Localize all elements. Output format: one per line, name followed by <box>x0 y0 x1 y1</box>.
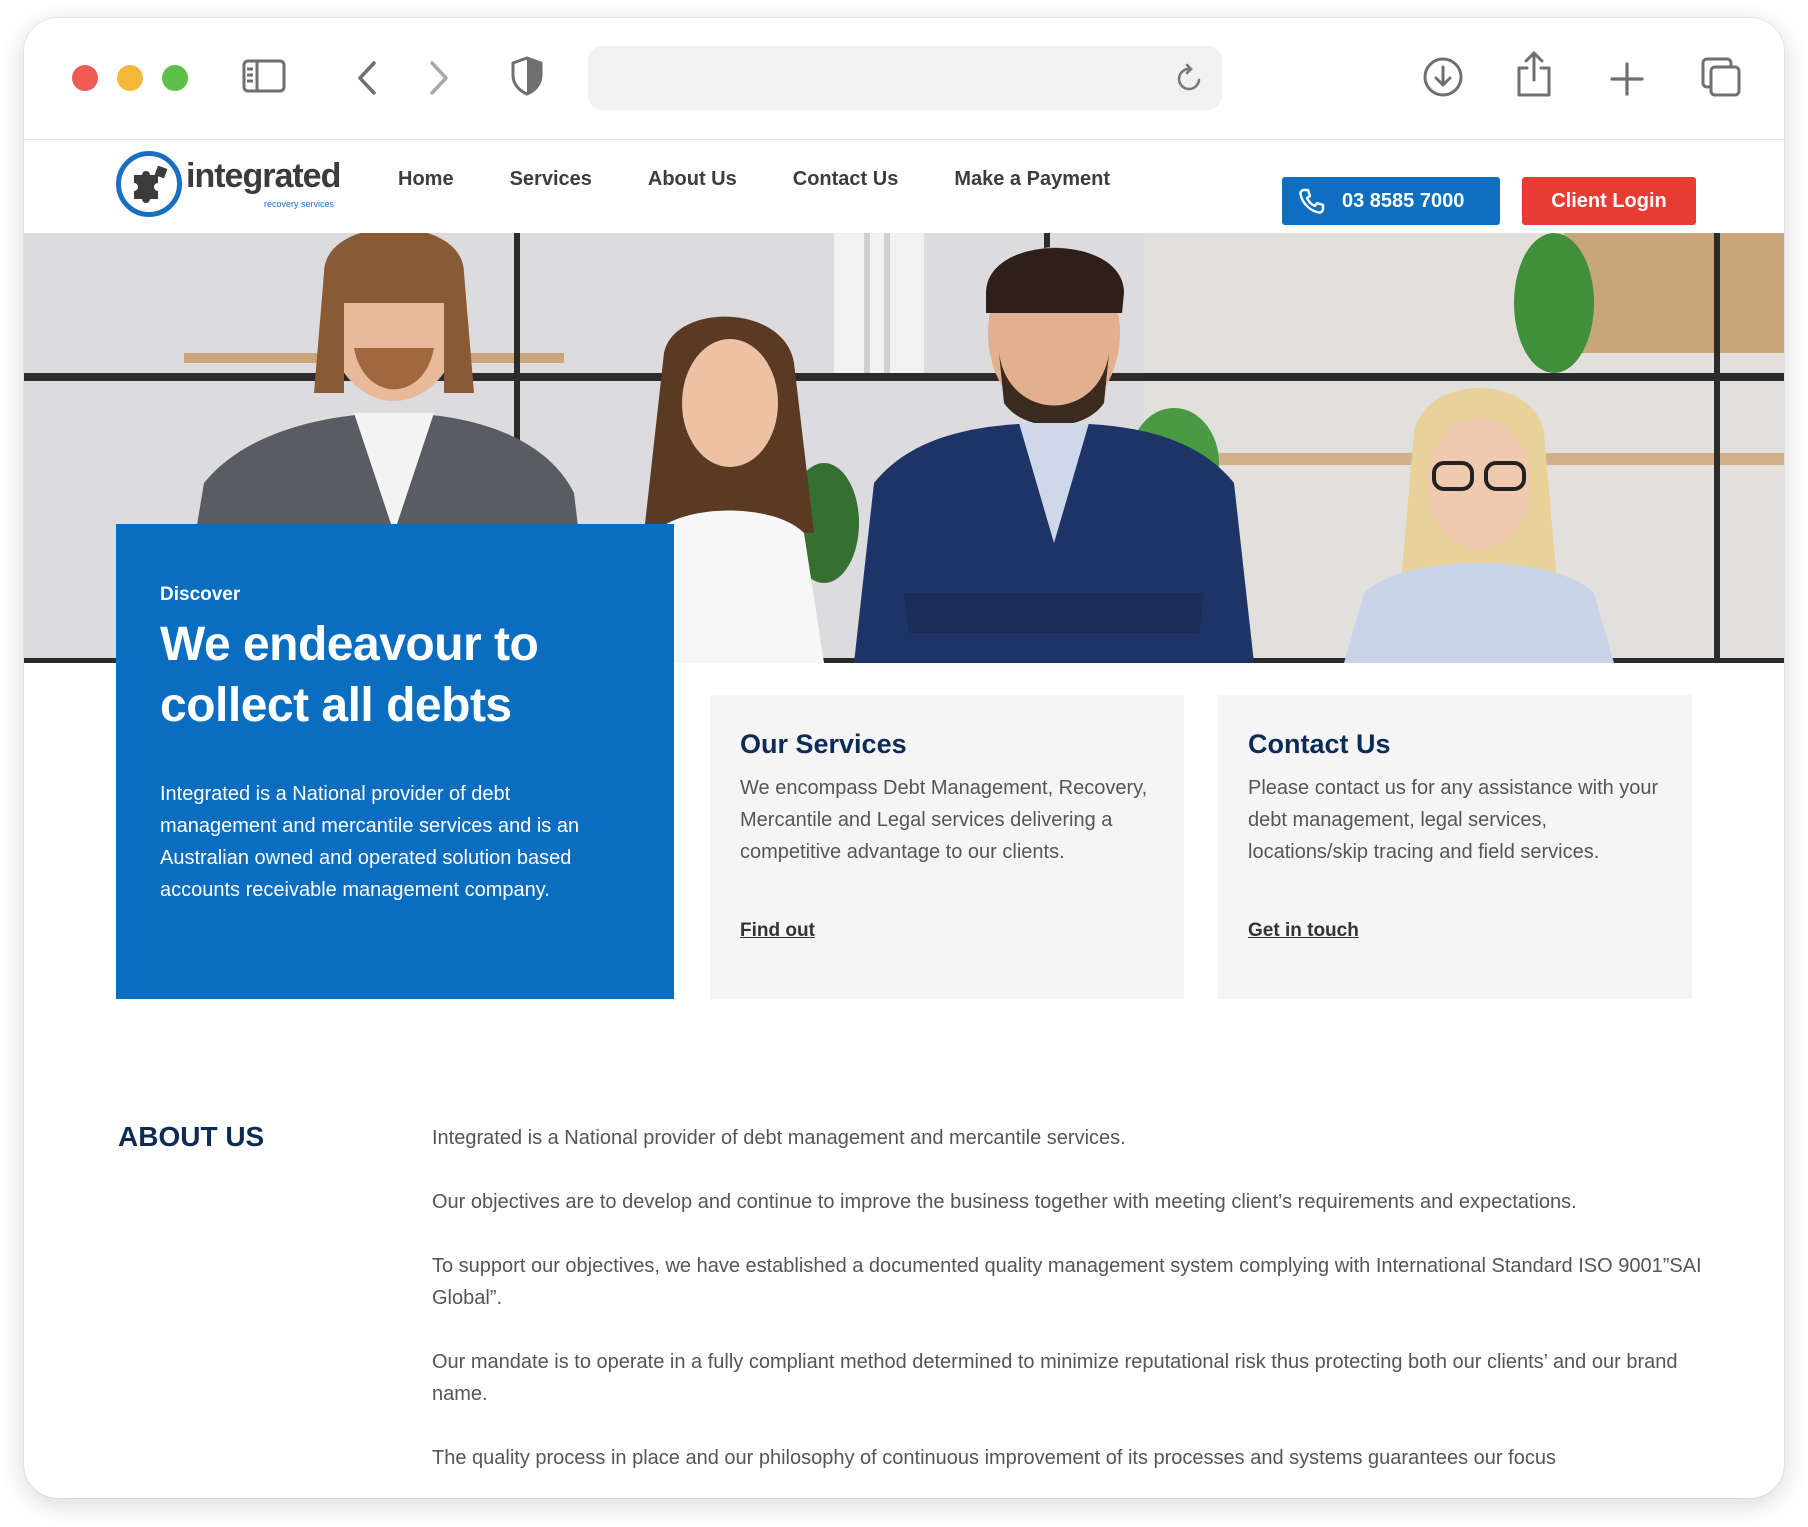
tabs-icon[interactable] <box>1700 56 1742 98</box>
download-icon[interactable] <box>1422 56 1464 98</box>
about-paragraph: To support our objectives, we have estab… <box>432 1255 1702 1309</box>
reload-icon[interactable] <box>1176 63 1204 98</box>
services-card-body: We encompass Debt Management, Recovery, … <box>740 777 1148 863</box>
about-paragraph: Our objectives are to develop and contin… <box>432 1191 1577 1213</box>
logo-wordmark: integrated <box>186 157 341 195</box>
zoom-window-button[interactable] <box>162 65 188 91</box>
contact-card-title: Contact Us <box>1248 729 1391 759</box>
about-paragraph: The quality process in place and our phi… <box>432 1447 1556 1469</box>
minimize-window-button[interactable] <box>117 65 143 91</box>
share-icon[interactable] <box>1514 50 1554 98</box>
plus-icon[interactable] <box>1610 62 1644 96</box>
services-card-title: Our Services <box>740 729 907 759</box>
site-logo[interactable]: integrated recovery services <box>116 149 346 223</box>
main-nav: Home Services About Us Contact Us Make a… <box>398 168 1166 191</box>
client-login-button[interactable]: Client Login <box>1522 177 1696 225</box>
nav-contact-us[interactable]: Contact Us <box>793 168 899 191</box>
hero-body: Integrated is a National provider of deb… <box>160 783 580 901</box>
nav-home[interactable]: Home <box>398 168 454 191</box>
about-paragraph: Integrated is a National provider of deb… <box>432 1127 1126 1149</box>
chevron-left-icon[interactable] <box>356 60 378 96</box>
about-title: ABOUT US <box>118 1121 265 1152</box>
phone-button[interactable]: 03 8585 7000 <box>1282 177 1500 225</box>
services-card: Our Services We encompass Debt Managemen… <box>710 695 1184 999</box>
logo-tagline: recovery services <box>264 199 335 209</box>
contact-card: Contact Us Please contact us for any ass… <box>1218 695 1692 999</box>
discover-eyebrow: Discover <box>160 584 241 605</box>
hero-title: We endeavour to collect all debts <box>160 618 539 732</box>
site-header: integrated recovery services Home Servic… <box>24 140 1784 233</box>
phone-number: 03 8585 7000 <box>1342 189 1465 212</box>
nav-services[interactable]: Services <box>510 168 592 191</box>
find-out-link[interactable]: Find out <box>740 920 815 942</box>
contact-card-body: Please contact us for any assistance wit… <box>1248 777 1659 863</box>
nav-make-a-payment[interactable]: Make a Payment <box>954 168 1110 191</box>
sidebar-icon[interactable] <box>242 59 286 93</box>
puzzle-logo-icon <box>116 151 182 217</box>
about-paragraph: Our mandate is to operate in a fully com… <box>432 1351 1678 1405</box>
close-window-button[interactable] <box>72 65 98 91</box>
address-bar[interactable] <box>588 46 1222 110</box>
phone-icon <box>1298 187 1326 215</box>
browser-toolbar <box>24 18 1784 140</box>
browser-window: integrated recovery services Home Servic… <box>24 18 1784 1498</box>
discover-panel: Discover We endeavour to collect all deb… <box>116 524 674 999</box>
shield-icon[interactable] <box>510 56 544 96</box>
nav-about-us[interactable]: About Us <box>648 168 737 191</box>
chevron-right-icon[interactable] <box>428 60 450 96</box>
get-in-touch-link[interactable]: Get in touch <box>1248 920 1359 942</box>
about-body: Integrated is a National provider of deb… <box>432 1122 1722 1498</box>
